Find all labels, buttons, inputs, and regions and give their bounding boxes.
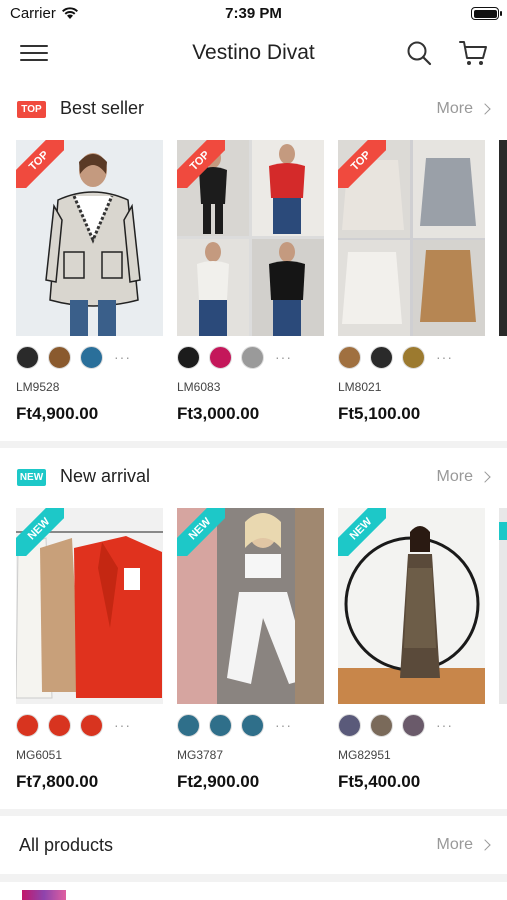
top-corner-ribbon: TOP [16, 140, 64, 188]
product-image[interactable]: NEW [16, 508, 163, 704]
new-arrival-more-link[interactable]: More [436, 468, 491, 486]
all-products-more-link[interactable]: More [436, 836, 491, 854]
product-card-lm6083[interactable]: TOP ··· LM6083 Ft3,000.00 [177, 140, 324, 430]
new-corner-ribbon: NEW [177, 508, 225, 556]
more-swatches-icon[interactable]: ··· [436, 717, 453, 733]
section-title-best-seller: Best seller [60, 98, 145, 118]
color-swatch[interactable] [16, 713, 39, 737]
more-swatches-icon[interactable]: ··· [275, 349, 292, 365]
color-swatch[interactable] [48, 713, 71, 737]
color-swatch[interactable] [338, 345, 361, 369]
top-corner-ribbon: TOP [338, 140, 386, 188]
ribbon-label: TOP [177, 140, 225, 188]
chevron-right-icon [479, 103, 491, 115]
product-card-mg6051[interactable]: NEW ··· MG6051 Ft7,800.00 [16, 508, 163, 798]
new-corner-ribbon: NEW [338, 508, 386, 556]
product-image[interactable]: TOP [338, 140, 485, 336]
status-bar: Carrier 7:39 PM [0, 0, 507, 28]
color-swatches: ··· [177, 713, 292, 737]
color-swatches: ··· [16, 713, 131, 737]
product-code: MG82951 [338, 748, 391, 762]
color-swatch[interactable] [209, 713, 232, 737]
best-seller-section: TOP Best seller More TOP ··· LM9528 Ft4,… [0, 80, 507, 441]
product-price: Ft5,400.00 [338, 772, 421, 791]
color-swatch[interactable] [370, 345, 393, 369]
new-arrival-section: NEW New arrival More NEW ··· MG6051 Ft7,… [0, 448, 507, 809]
product-code: LM9528 [16, 380, 60, 394]
color-swatch[interactable] [370, 713, 393, 737]
product-price: Ft4,900.00 [16, 404, 99, 423]
more-swatches-icon[interactable]: ··· [275, 717, 292, 733]
color-swatches: ··· [16, 345, 131, 369]
product-card-lm8021[interactable]: TOP ··· LM8021 Ft5,100.00 [338, 140, 485, 430]
new-arrival-header: NEW New arrival More [0, 448, 507, 506]
cart-icon[interactable] [458, 39, 488, 67]
product-list-preview [0, 882, 507, 900]
top-badge: TOP [17, 101, 46, 118]
product-code: LM8021 [338, 380, 382, 394]
more-label: More [436, 100, 473, 117]
ribbon-label: TOP [16, 140, 64, 188]
product-image[interactable]: NEW [338, 508, 485, 704]
clock: 7:39 PM [225, 5, 282, 22]
new-badge: NEW [17, 469, 46, 486]
chevron-right-icon [479, 839, 491, 851]
color-swatch[interactable] [177, 345, 200, 369]
ribbon-label: NEW [177, 508, 225, 556]
product-price: Ft7,800.00 [16, 772, 99, 791]
ribbon-label: NEW [338, 508, 386, 556]
product-code: MG6051 [16, 748, 63, 762]
color-swatches: ··· [338, 713, 453, 737]
best-seller-more-link[interactable]: More [436, 100, 491, 118]
product-code: LM6083 [177, 380, 221, 394]
product-price: Ft3,000.00 [177, 404, 260, 423]
product-card-mg82951[interactable]: NEW ··· MG82951 Ft5,400.00 [338, 508, 485, 798]
product-card-partial[interactable] [499, 508, 507, 798]
product-image[interactable]: TOP [177, 140, 324, 336]
more-swatches-icon[interactable]: ··· [436, 349, 453, 365]
color-swatch[interactable] [48, 345, 71, 369]
more-swatches-icon[interactable]: ··· [114, 349, 131, 365]
color-swatch[interactable] [177, 713, 200, 737]
product-code: MG3787 [177, 748, 224, 762]
best-seller-header: TOP Best seller More [0, 80, 507, 138]
product-image[interactable] [499, 508, 507, 704]
product-card-partial[interactable] [499, 140, 507, 430]
product-card-lm9528[interactable]: TOP ··· LM9528 Ft4,900.00 [16, 140, 163, 430]
more-swatches-icon[interactable]: ··· [114, 717, 131, 733]
search-icon[interactable] [405, 39, 433, 67]
product-image[interactable] [499, 140, 507, 336]
all-products-section: All products More [0, 816, 507, 874]
color-swatches: ··· [177, 345, 292, 369]
top-corner-ribbon: TOP [177, 140, 225, 188]
ribbon-label: TOP [338, 140, 386, 188]
color-swatch[interactable] [80, 345, 103, 369]
chevron-right-icon [479, 471, 491, 483]
color-swatch[interactable] [402, 713, 425, 737]
color-swatch[interactable] [241, 713, 264, 737]
section-title-all-products: All products [19, 835, 114, 855]
more-label: More [436, 836, 473, 853]
color-swatches: ··· [338, 345, 453, 369]
product-price: Ft2,900.00 [177, 772, 260, 791]
product-price: Ft5,100.00 [338, 404, 421, 423]
section-title-new-arrival: New arrival [60, 466, 151, 486]
color-swatch[interactable] [80, 713, 103, 737]
product-card-mg3787[interactable]: NEW ··· MG3787 Ft2,900.00 [177, 508, 324, 798]
color-swatch[interactable] [209, 345, 232, 369]
product-thumbnail[interactable] [22, 890, 66, 900]
color-swatch[interactable] [402, 345, 425, 369]
color-swatch[interactable] [16, 345, 39, 369]
top-nav-bar: Vestino Divat [0, 28, 507, 80]
battery-icon [471, 7, 502, 20]
color-swatch[interactable] [241, 345, 264, 369]
more-label: More [436, 468, 473, 485]
new-corner-ribbon: NEW [16, 508, 64, 556]
ribbon-label: NEW [16, 508, 64, 556]
product-image[interactable]: NEW [177, 508, 324, 704]
color-swatch[interactable] [338, 713, 361, 737]
product-image[interactable]: TOP [16, 140, 163, 336]
